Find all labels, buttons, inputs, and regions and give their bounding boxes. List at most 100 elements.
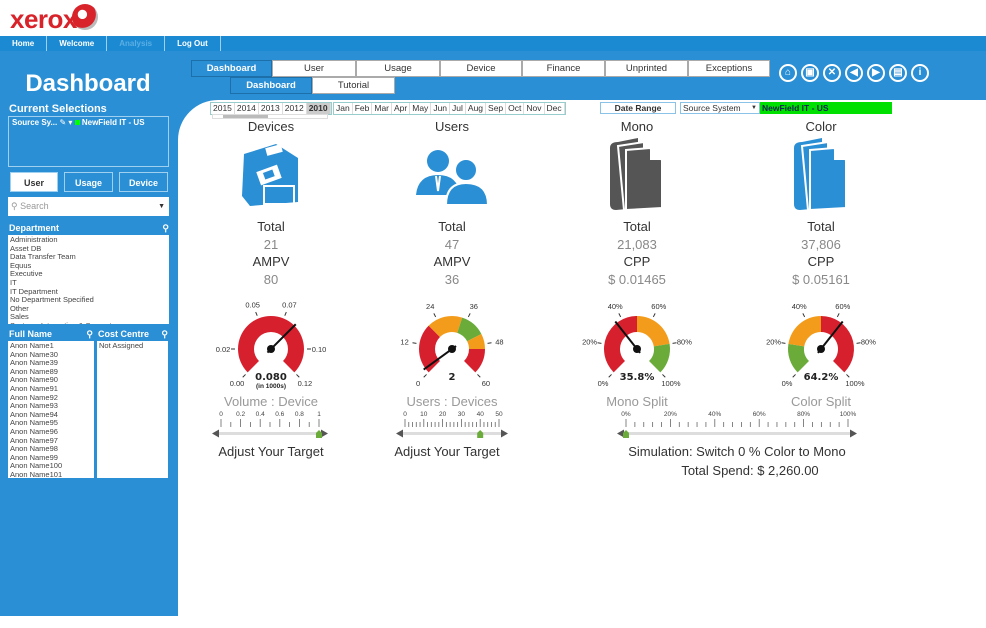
- slider-1[interactable]: 0 10 20 30 40 50: [396, 411, 508, 438]
- gauge-tick-label: 0%: [782, 379, 793, 388]
- slider-right-arrow-icon[interactable]: [501, 429, 508, 438]
- gauge-hub: [267, 345, 275, 353]
- gauge-0: 0.00 0.02 0.05 0.07 0.10 0.12 0.080(in 1000s): [216, 301, 327, 390]
- gauge-tick: [846, 374, 850, 378]
- gauge-tick: [608, 374, 612, 378]
- gauge-tick-label: 36: [470, 302, 478, 311]
- slider-right-arrow-icon[interactable]: [850, 429, 857, 438]
- gauge-tick: [781, 342, 786, 344]
- gauge-readout: 2: [449, 372, 456, 383]
- gauge-tick: [477, 374, 481, 378]
- gauge-tick-label: 60%: [835, 302, 850, 311]
- gauge-label: Volume : Device: [224, 394, 318, 409]
- gauge-tick-label: 20%: [582, 337, 597, 346]
- gauge-tick-label: 80%: [861, 337, 876, 346]
- slider-caption: Simulation: Switch 0 % Color to Mono: [628, 444, 846, 459]
- slider-tick-label: 0.4: [256, 411, 265, 418]
- gauge-band: [637, 316, 670, 347]
- gauge-hub: [633, 345, 641, 353]
- slider-tick-label: 0%: [621, 411, 631, 418]
- gauge-tick: [792, 374, 796, 378]
- slider-tick-label: 10: [420, 411, 428, 418]
- gauge-label: Color Split: [791, 394, 851, 409]
- gauge-readout: 64.2%: [804, 372, 839, 383]
- gauge-tick: [802, 313, 806, 318]
- gauge-tick: [487, 342, 492, 344]
- gauge-tick: [618, 313, 622, 318]
- gauge-tick-label: 40%: [608, 302, 623, 311]
- gauge-tick-label: 0: [416, 379, 420, 388]
- gauge-tick: [433, 313, 437, 318]
- gauge-band: [238, 316, 305, 373]
- gauge-label: Users : Devices: [406, 394, 498, 409]
- slider-tick-label: 0: [403, 411, 407, 418]
- slider-tick-label: 40%: [708, 411, 721, 418]
- gauge-tick: [284, 311, 287, 316]
- slider-caption: Adjust Your Target: [394, 444, 500, 459]
- gauge-tick: [662, 374, 666, 378]
- gauge-tick-label: 20%: [766, 337, 781, 346]
- slider-track[interactable]: [623, 432, 851, 435]
- slider-caption: Adjust Your Target: [218, 444, 324, 459]
- gauge-hub: [448, 345, 456, 353]
- slider-handle[interactable]: [477, 430, 484, 438]
- gauge-unit: (in 1000s): [256, 383, 286, 390]
- gauge-tick-label: 100%: [661, 379, 681, 388]
- gauge-readout: 0.080: [255, 372, 287, 383]
- gauge-tick: [597, 342, 602, 344]
- slider-tick-label: 80%: [797, 411, 810, 418]
- gauge-tick-label: 24: [426, 302, 434, 311]
- gauge-tick-label: 0.00: [230, 379, 245, 388]
- gauge-tick-label: 0.05: [245, 301, 260, 310]
- slider-0[interactable]: 0 0.2 0.4 0.6 0.8 1: [212, 411, 328, 438]
- gauge-tick: [412, 342, 417, 344]
- gauge-1: 0 12 24 36 48 60 2: [400, 302, 503, 388]
- slider-tick-label: 100%: [840, 411, 857, 418]
- gauge-band: [464, 349, 485, 373]
- gauge-tick: [467, 313, 471, 318]
- slider-tick-label: 0.6: [275, 411, 284, 418]
- gauge-band: [649, 343, 670, 373]
- slider-2[interactable]: 0% 20% 40% 60% 80% 100%: [617, 411, 857, 438]
- slider-left-arrow-icon[interactable]: [617, 429, 624, 438]
- gauge-band: [788, 343, 809, 373]
- gauge-tick-label: 12: [400, 337, 408, 346]
- gauge-band: [788, 316, 821, 347]
- gauge-tick: [652, 313, 656, 318]
- slider-left-arrow-icon[interactable]: [212, 429, 219, 438]
- gauge-tick: [242, 374, 246, 378]
- gauges-svg: 0.000.020.05 0.070.100.120.080(in 1000s) 0…: [212, 301, 876, 438]
- gauge-tick-label: 0%: [598, 379, 609, 388]
- gauge-tick-label: 0.10: [312, 345, 327, 354]
- slider-tick-label: 60%: [753, 411, 766, 418]
- gauge-tick-label: 100%: [845, 379, 865, 388]
- slider-left-arrow-icon[interactable]: [396, 429, 403, 438]
- slider-tick-label: 20%: [664, 411, 677, 418]
- gauge-3: 0% 20% 40% 60% 80% 100% 64.2%: [766, 302, 876, 388]
- slider-track[interactable]: [402, 432, 502, 435]
- slider-track[interactable]: [218, 432, 322, 435]
- gauge-hub: [817, 345, 825, 353]
- slider-tick-label: 0.8: [295, 411, 304, 418]
- slider-tick-label: 20: [439, 411, 447, 418]
- gauge-tick: [255, 311, 258, 316]
- gauge-tick: [296, 374, 300, 378]
- gauge-2: 0% 20% 40% 60% 80% 100% 35.8%: [582, 302, 692, 388]
- gauge-label: Mono Split: [606, 394, 668, 409]
- gauge-tick: [836, 313, 840, 318]
- gauge-tick-label: 48: [495, 337, 503, 346]
- gauge-tick-label: 60%: [651, 302, 666, 311]
- slider-tick-label: 40: [477, 411, 485, 418]
- slider-tick-label: 30: [458, 411, 466, 418]
- slider-tick-label: 50: [495, 411, 503, 418]
- gauge-tick: [423, 374, 427, 378]
- slider-tick-label: 0.2: [236, 411, 245, 418]
- slider-tick-label: 1: [317, 411, 321, 418]
- gauge-tick-label: 80%: [677, 337, 692, 346]
- gauge-readout: 35.8%: [620, 372, 655, 383]
- gauge-tick-label: 60: [482, 379, 490, 388]
- gauge-tick-label: 0.12: [298, 379, 313, 388]
- gauge-tick-label: 0.07: [282, 301, 297, 310]
- total-spend: Total Spend: $ 2,260.00: [681, 463, 819, 478]
- slider-right-arrow-icon[interactable]: [321, 429, 328, 438]
